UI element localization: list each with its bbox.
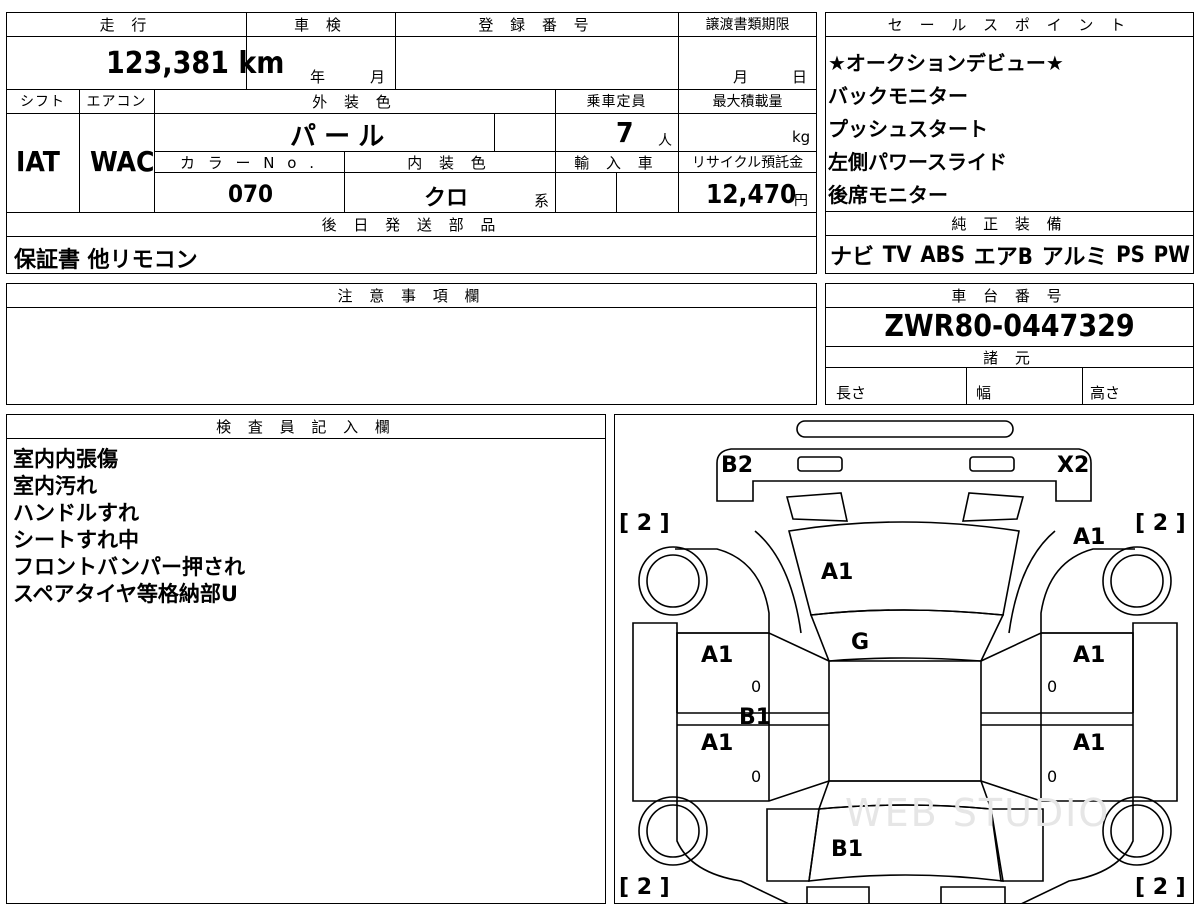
capacity-value: 7 xyxy=(616,116,634,149)
mark-x2: X2 xyxy=(1057,453,1090,478)
inspector-line: シートすれ中 xyxy=(13,528,139,552)
mark-hood: A1 xyxy=(821,560,854,585)
inspector-header: 検 査 員 記 入 欄 xyxy=(7,415,605,439)
mark-zero: 0 xyxy=(1047,677,1058,696)
recycle-value: 12,470 xyxy=(706,180,797,210)
shift-header: シフト xyxy=(7,90,78,112)
mark-rear: B1 xyxy=(831,837,864,862)
equipment-item: PW xyxy=(1153,242,1190,268)
mark-rear-right-door: A1 xyxy=(1073,731,1106,756)
mark-bracket-tl: [ 2 ] xyxy=(619,511,670,536)
notes-header: 注 意 事 項 欄 xyxy=(7,284,816,308)
equipment-item: ABS xyxy=(920,242,965,268)
deadline-month: 月 xyxy=(733,68,749,86)
equipment-item: PS xyxy=(1116,242,1145,268)
import-header: 輸 入 車 xyxy=(556,152,677,172)
mark-bracket-tr: [ 2 ] xyxy=(1135,511,1186,536)
mark-zero: 0 xyxy=(1047,767,1058,786)
inspector-line: 室内内張傷 xyxy=(13,447,118,471)
interior-color-suffix: 系 xyxy=(534,192,550,210)
notes-panel: 注 意 事 項 欄 xyxy=(6,283,817,405)
inspector-line: スペアタイヤ等格納部U xyxy=(13,582,238,606)
mileage-header: 走 行 xyxy=(7,13,245,35)
mark-windshield: G xyxy=(851,630,870,655)
chassis-number: ZWR80-0447329 xyxy=(884,309,1135,344)
inspector-line: 室内汚れ xyxy=(13,474,97,498)
spec-width-label: 幅 xyxy=(976,384,992,402)
inspection-year: 年 xyxy=(310,68,326,86)
sales-point-item: プッシュスタート xyxy=(828,117,988,141)
chassis-header: 車 台 番 号 xyxy=(826,284,1193,308)
color-no-header: カ ラ ー N o . xyxy=(155,152,343,172)
sales-points-header: セ ー ル ス ポ イ ン ト xyxy=(826,13,1193,37)
max-load-header: 最大積載量 xyxy=(679,90,816,112)
spec-height-label: 高さ xyxy=(1090,384,1121,402)
watermark: WEB STUDIO xyxy=(845,791,1111,835)
capacity-header: 乗車定員 xyxy=(556,90,677,112)
sales-point-item: 後席モニター xyxy=(828,183,948,207)
shift-value: IAT xyxy=(16,145,60,178)
mark-front-left-door: A1 xyxy=(701,643,734,668)
max-load-unit: kg xyxy=(792,128,811,146)
inspector-panel: 検 査 員 記 入 欄 室内内張傷 室内汚れ ハンドルすれ シートすれ中 フロン… xyxy=(6,414,606,904)
equipment-panel: 純 正 装 備 ナビ TV ABS エアB アルミ PS PW xyxy=(825,212,1194,274)
exterior-color-header: 外 装 色 xyxy=(155,90,554,112)
chassis-panel: 車 台 番 号 ZWR80-0447329 諸 元 長さ 幅 高さ xyxy=(825,283,1194,405)
mark-zero: 0 xyxy=(751,767,762,786)
inspector-line: フロントバンパー押され xyxy=(13,555,246,579)
spec-length-label: 長さ xyxy=(836,384,867,402)
mileage-value: 123,381 km xyxy=(106,46,285,81)
equipment-header: 純 正 装 備 xyxy=(826,212,1193,236)
equipment-item: エアB xyxy=(973,245,1033,270)
deadline-day: 日 xyxy=(792,68,808,86)
interior-color-header: 内 装 色 xyxy=(345,152,554,172)
recycle-unit: 円 xyxy=(794,193,808,209)
sales-point-item: 左側パワースライド xyxy=(828,150,1007,174)
interior-color-value: クロ xyxy=(424,186,469,211)
mark-bracket-bl: [ 2 ] xyxy=(619,875,670,900)
sales-point-item: ★オークションデビュー★ xyxy=(828,51,1064,75)
sales-points-panel: セ ー ル ス ポ イ ン ト ★オークションデビュー★ バックモニター プッシ… xyxy=(825,12,1194,212)
inspection-header: 車 検 xyxy=(247,13,394,35)
accessories-value: 保証書 他リモコン xyxy=(14,248,198,273)
mark-bracket-br: [ 2 ] xyxy=(1135,875,1186,900)
mark-pillar-left: B1 xyxy=(739,705,772,730)
color-no-value: 070 xyxy=(228,180,274,208)
mark-zero: 0 xyxy=(751,677,762,696)
mark-front-right-door: A1 xyxy=(1073,643,1106,668)
equipment-item: ナビ xyxy=(830,245,875,270)
deadline-header: 譲渡書類期限 xyxy=(679,13,816,35)
mark-b2: B2 xyxy=(721,453,754,478)
inspector-line: ハンドルすれ xyxy=(13,501,139,525)
exterior-color-value: パ ー ル xyxy=(290,122,385,152)
recycle-header: リサイクル預託金 xyxy=(679,152,816,172)
car-diagram-panel: B2 X2 [ 2 ] [ 2 ] A1 A1 G A1 A1 0 0 B1 A… xyxy=(614,414,1194,904)
aircon-value: WAC xyxy=(90,145,155,178)
accessories-header: 後 日 発 送 部 品 xyxy=(7,213,816,235)
equipment-item: TV xyxy=(882,242,912,268)
equipment-item: アルミ xyxy=(1041,245,1108,270)
mark-front-right-fender: A1 xyxy=(1073,525,1106,550)
specs-header: 諸 元 xyxy=(826,346,1193,368)
registration-header: 登 録 番 号 xyxy=(396,13,677,35)
inspection-month: 月 xyxy=(370,68,386,86)
mark-rear-left-door: A1 xyxy=(701,731,734,756)
vehicle-info-table: 走 行 車 検 登 録 番 号 譲渡書類期限 123,381 km 年 月 月 … xyxy=(6,12,817,274)
sales-point-item: バックモニター xyxy=(828,84,968,108)
aircon-header: エアコン xyxy=(80,90,153,112)
equipment-list: ナビ TV ABS エアB アルミ PS PW xyxy=(830,238,1190,272)
capacity-unit: 人 xyxy=(658,133,672,149)
